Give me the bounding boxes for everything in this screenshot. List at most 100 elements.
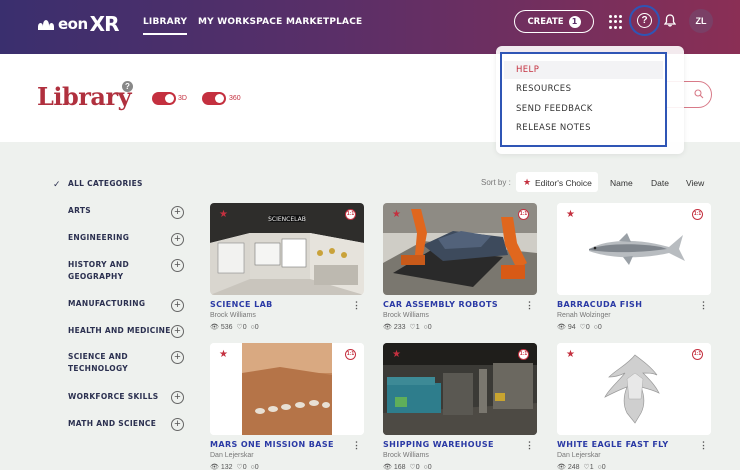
page-title: Library — [37, 82, 132, 111]
card-title[interactable]: CAR ASSEMBLY ROBOTS — [383, 300, 498, 309]
card-stats: 👁 132 ♡0 ○0 — [210, 463, 259, 470]
favorite-star-icon[interactable]: ★ — [566, 349, 575, 360]
apps-grid-icon[interactable] — [609, 15, 623, 29]
favorite-star-icon[interactable]: ★ — [219, 209, 228, 220]
eye-icon: 👁 — [210, 464, 219, 470]
menu-item-send-feedback[interactable]: SEND FEEDBACK — [516, 104, 593, 114]
sciencelab-sign: SCIENCELAB — [268, 216, 306, 223]
category-workforce-skills[interactable]: WORKFORCE SKILLS — [68, 391, 159, 403]
view-count: 233 — [393, 324, 406, 331]
view-count: 168 — [393, 464, 406, 470]
search-icon[interactable] — [694, 89, 704, 99]
sort-option-label: Editor's Choice — [535, 178, 592, 188]
sort-option-editors-choice[interactable]: ★ Editor's Choice — [516, 172, 598, 192]
like-count: 0 — [242, 324, 247, 331]
expand-engineering-plus-icon[interactable]: + — [171, 233, 184, 246]
card-author: Brock Williams — [383, 312, 429, 319]
eye-icon: 👁 — [210, 324, 219, 331]
nav-library[interactable]: LIBRARY — [143, 17, 188, 35]
view-count: 132 — [220, 464, 233, 470]
like-count: 0 — [585, 324, 590, 331]
thumbnail-car-assembly[interactable]: ★ 1:1 — [383, 203, 537, 295]
category-engineering[interactable]: ENGINEERING — [68, 232, 129, 244]
favorite-star-icon[interactable]: ★ — [392, 209, 401, 220]
expand-manufacturing-plus-icon[interactable]: + — [171, 299, 184, 312]
expand-history-plus-icon[interactable]: + — [171, 259, 184, 272]
logo-text-xr: XR — [89, 12, 120, 36]
sort-option-name[interactable]: Name — [610, 178, 633, 188]
favorite-star-icon[interactable]: ★ — [392, 349, 401, 360]
toggle-360-label: 360 — [229, 95, 241, 102]
toggle-3d[interactable] — [152, 92, 176, 105]
user-avatar[interactable]: ZL — [689, 9, 713, 33]
more-options-icon[interactable]: ⋮ — [352, 300, 361, 311]
create-button[interactable]: CREATE 1 — [514, 10, 594, 33]
menu-item-resources[interactable]: RESOURCES — [516, 84, 571, 94]
nav-marketplace[interactable]: MARKETPLACE — [286, 17, 362, 27]
sort-label: Sort by : — [481, 178, 511, 187]
sort-option-view[interactable]: View — [686, 178, 704, 188]
favorite-star-icon[interactable]: ★ — [566, 209, 575, 220]
card-title[interactable]: BARRACUDA FISH — [557, 300, 642, 309]
help-menu: HELP RESOURCES SEND FEEDBACK RELEASE NOT… — [500, 52, 667, 147]
card-stats: 👁 536 ♡0 ○0 — [210, 323, 259, 331]
vr-badge-icon: 1:1 — [692, 349, 703, 360]
more-options-icon[interactable]: ⋮ — [699, 440, 708, 451]
eye-icon: 👁 — [557, 464, 566, 470]
more-options-icon[interactable]: ⋮ — [525, 300, 534, 311]
library-help-icon[interactable]: ? — [122, 81, 133, 92]
more-options-icon[interactable]: ⋮ — [699, 300, 708, 311]
sort-option-date[interactable]: Date — [651, 178, 669, 188]
category-science-technology[interactable]: SCIENCE AND TECHNOLOGY — [68, 351, 148, 375]
card-stats: 👁 168 ♡0 ○0 — [383, 463, 432, 470]
category-math-science[interactable]: MATH AND SCIENCE — [68, 418, 156, 430]
card-author: Dan Lejerskar — [557, 452, 601, 459]
expand-workforce-plus-icon[interactable]: + — [171, 391, 184, 404]
toggle-360[interactable] — [202, 92, 226, 105]
favorite-star-icon[interactable]: ★ — [219, 349, 228, 360]
thumbnail-shipping-warehouse[interactable]: ★ 1:1 — [383, 343, 537, 435]
category-history-geography[interactable]: HISTORY AND GEOGRAPHY — [68, 259, 148, 283]
expand-health-plus-icon[interactable]: + — [171, 325, 184, 338]
thumbnail-white-eagle[interactable]: ★ 1:1 — [557, 343, 711, 435]
menu-item-release-notes[interactable]: RELEASE NOTES — [516, 123, 591, 133]
card-title[interactable]: SHIPPING WAREHOUSE — [383, 440, 494, 449]
thumbnail-science-lab[interactable]: SCIENCELAB ★ 1:1 — [210, 203, 364, 295]
category-arts[interactable]: ARTS — [68, 205, 91, 217]
more-options-icon[interactable]: ⋮ — [352, 440, 361, 451]
card-author: Renah Wolzinger — [557, 312, 611, 319]
vr-badge-icon: 1:1 — [345, 349, 356, 360]
thumbnail-barracuda[interactable]: ★ 1:1 — [557, 203, 711, 295]
view-count: 94 — [567, 324, 576, 331]
card-title[interactable]: WHITE EAGLE FAST FLY — [557, 440, 669, 449]
help-icon[interactable]: ? — [637, 13, 652, 28]
view-count: 536 — [220, 324, 233, 331]
category-manufacturing[interactable]: MANUFACTURING — [68, 298, 145, 310]
menu-item-help[interactable]: HELP — [516, 65, 539, 75]
nav-my-workspace[interactable]: MY WORKSPACE — [198, 17, 282, 27]
eye-icon: 👁 — [557, 324, 566, 331]
card-stats: 👁 248 ♡1 ○0 — [557, 463, 606, 470]
view-count: 248 — [567, 464, 580, 470]
card-author: Brock Williams — [383, 452, 429, 459]
card-author: Brock Williams — [210, 312, 256, 319]
expand-math-plus-icon[interactable]: + — [171, 418, 184, 431]
expand-science-plus-icon[interactable]: + — [171, 351, 184, 364]
star-icon: ★ — [523, 177, 532, 187]
vr-badge-icon: 1:1 — [518, 349, 529, 360]
more-options-icon[interactable]: ⋮ — [525, 440, 534, 451]
category-all[interactable]: ALL CATEGORIES — [68, 178, 143, 190]
comment-count: 0 — [597, 324, 602, 331]
eye-icon: 👁 — [383, 324, 392, 331]
expand-arts-plus-icon[interactable]: + — [171, 206, 184, 219]
check-icon: ✓ — [53, 179, 61, 189]
category-health-medicine[interactable]: HEALTH AND MEDICINE — [68, 325, 171, 337]
like-count: 0 — [242, 464, 247, 470]
card-title[interactable]: MARS ONE MISSION BASE — [210, 440, 334, 449]
eonxr-logo[interactable]: eon XR — [38, 12, 119, 36]
thumbnail-mars-one[interactable]: ★ 1:1 — [210, 343, 364, 435]
eye-icon: 👁 — [383, 464, 392, 470]
comment-count: 0 — [427, 324, 432, 331]
bell-icon[interactable] — [664, 14, 676, 27]
card-title[interactable]: SCIENCE LAB — [210, 300, 273, 309]
